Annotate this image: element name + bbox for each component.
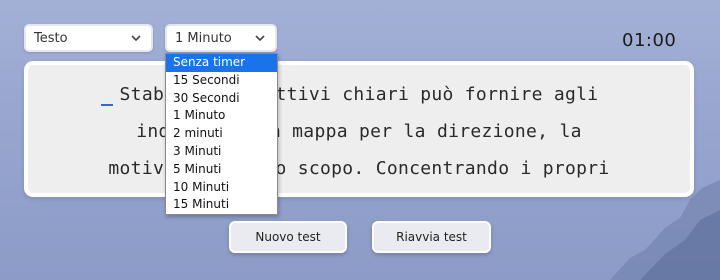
typing-text-area[interactable]: Stabilire obiettivi chiari può fornire a… [24,61,694,197]
time-option[interactable]: 2 minuti [166,125,277,143]
time-dropdown-menu[interactable]: Senza timer 15 Secondi 30 Secondi 1 Minu… [165,53,278,215]
time-select-value: 1 Minuto [175,30,232,46]
time-option[interactable]: 30 Secondi [166,90,277,108]
time-option[interactable]: 15 Secondi [166,72,277,90]
time-option[interactable]: 3 Minuti [166,143,277,161]
timer-display: 01:00 [622,30,677,51]
text-line: motivazione e lo scopo. Concentrando i p… [108,158,610,179]
text-line: Stabilire obiettivi chiari può fornire a… [119,84,599,105]
chevron-down-icon [255,35,265,42]
time-option[interactable]: 10 Minuti [166,179,277,197]
chevron-down-icon [131,35,141,42]
restart-test-button[interactable]: Riavvia test [372,221,491,253]
new-test-button[interactable]: Nuovo test [229,221,347,253]
time-option[interactable]: 5 Minuti [166,161,277,179]
time-select[interactable]: 1 Minuto [165,24,277,52]
mode-select[interactable]: Testo [24,24,153,52]
time-option[interactable]: 1 Minuto [166,107,277,125]
mode-select-value: Testo [34,30,68,46]
time-option[interactable]: 15 Minuti [166,196,277,214]
typing-caret [101,104,113,106]
time-option[interactable]: Senza timer [166,54,277,72]
text-line: individui una mappa per la direzione, la [136,121,582,142]
